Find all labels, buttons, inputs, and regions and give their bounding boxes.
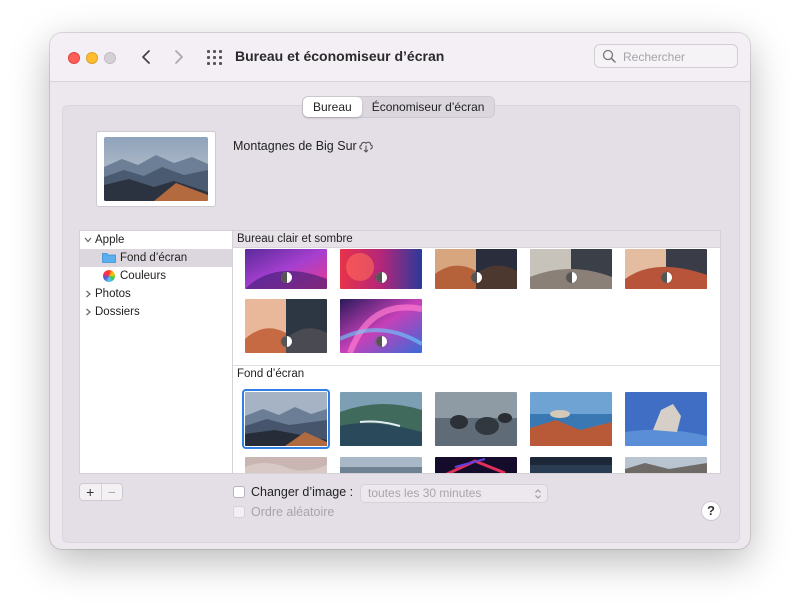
wallpaper-thumbnail[interactable] xyxy=(625,457,707,473)
window-title: Bureau et économiseur d’écran xyxy=(235,48,445,64)
wallpaper-thumbnail[interactable] xyxy=(340,457,422,473)
close-button[interactable] xyxy=(68,52,80,64)
chevron-down-icon[interactable] xyxy=(84,236,92,244)
chevron-right-icon[interactable] xyxy=(84,290,92,298)
interval-select[interactable]: toutes les 30 minutes xyxy=(360,484,548,503)
wallpaper-thumbnail[interactable] xyxy=(530,249,612,289)
tab-desktop[interactable]: Bureau xyxy=(303,97,362,117)
wallpaper-thumbnail[interactable] xyxy=(625,249,707,289)
sidebar-item-apple[interactable]: Apple xyxy=(80,231,233,249)
wallpaper-thumbnail[interactable] xyxy=(435,249,517,289)
dynamic-wallpaper-icon xyxy=(376,336,387,347)
remove-folder-button[interactable]: − xyxy=(100,484,123,500)
wallpaper-thumbnail[interactable] xyxy=(435,392,517,446)
chevron-right-icon xyxy=(175,50,183,64)
preview-image xyxy=(104,137,208,201)
interval-value: toutes les 30 minutes xyxy=(368,486,482,500)
search-field[interactable] xyxy=(594,44,738,68)
sidebar-item-folders[interactable]: Dossiers xyxy=(80,303,233,321)
sidebar-item-wallpaper[interactable]: Fond d’écran xyxy=(80,249,233,267)
tab-switcher: Bureau Économiseur d’écran xyxy=(302,96,496,118)
dynamic-wallpaper-icon xyxy=(566,272,577,283)
minimize-button[interactable] xyxy=(86,52,98,64)
wallpaper-thumbnail[interactable] xyxy=(340,299,422,353)
wallpaper-grid: Bureau clair et sombre Fond d’écran xyxy=(232,230,721,474)
title-bar: Bureau et économiseur d’écran xyxy=(50,33,750,82)
sidebar-item-label: Fond d’écran xyxy=(120,252,188,264)
folder-icon xyxy=(102,253,116,263)
add-folder-button[interactable]: + xyxy=(80,484,101,500)
forward-button[interactable] xyxy=(168,45,190,69)
wallpaper-thumbnail[interactable] xyxy=(340,249,422,289)
sidebar-item-label: Apple xyxy=(95,234,125,246)
wallpaper-thumbnail[interactable] xyxy=(530,392,612,446)
wallpaper-thumbnail[interactable] xyxy=(245,457,327,473)
wallpaper-thumbnail[interactable] xyxy=(340,392,422,446)
chevron-left-icon xyxy=(142,50,150,64)
sidebar-item-label: Couleurs xyxy=(120,270,167,282)
back-button[interactable] xyxy=(136,45,158,69)
wallpaper-thumbnail[interactable] xyxy=(625,392,707,446)
tab-screensaver[interactable]: Économiseur d’écran xyxy=(362,97,495,117)
search-icon xyxy=(602,49,616,63)
sidebar-item-photos[interactable]: Photos xyxy=(80,285,233,303)
dynamic-wallpaper-icon xyxy=(661,272,672,283)
updown-chevron-icon xyxy=(535,489,541,499)
preferences-window: Bureau et économiseur d’écran Bureau Éco… xyxy=(50,33,750,549)
sidebar-item-label: Photos xyxy=(95,288,131,300)
color-wheel-icon xyxy=(103,270,115,282)
show-all-button[interactable] xyxy=(207,50,223,66)
dynamic-wallpaper-icon xyxy=(281,272,292,283)
change-picture-checkbox[interactable] xyxy=(233,486,245,498)
section-header-static: Fond d’écran xyxy=(233,365,720,382)
wallpaper-thumbnail-selected[interactable] xyxy=(242,389,330,449)
sidebar-item-label: Dossiers xyxy=(95,306,140,318)
change-picture-label: Changer d’image : xyxy=(251,485,354,499)
cloud-download-icon[interactable] xyxy=(358,139,374,153)
wallpaper-thumbnail[interactable] xyxy=(530,457,612,473)
wallpaper-thumbnail[interactable] xyxy=(245,299,327,353)
wallpaper-thumbnail[interactable] xyxy=(245,249,327,289)
dynamic-wallpaper-icon xyxy=(471,272,482,283)
add-remove-control: + − xyxy=(79,483,123,501)
wallpaper-name: Montagnes de Big Sur xyxy=(233,139,357,153)
help-button[interactable]: ? xyxy=(701,501,721,521)
zoom-button[interactable] xyxy=(104,52,116,64)
search-input[interactable] xyxy=(621,48,735,66)
section-header-dynamic: Bureau clair et sombre xyxy=(233,231,720,248)
sidebar-item-colors[interactable]: Couleurs xyxy=(80,267,233,285)
random-order-checkbox[interactable] xyxy=(233,506,245,518)
wallpaper-thumbnail[interactable] xyxy=(435,457,517,473)
wallpaper-preview xyxy=(96,131,216,207)
dynamic-wallpaper-icon xyxy=(281,336,292,347)
source-list: Apple Fond d’écran Couleurs Photos Dossi… xyxy=(79,230,233,474)
chevron-right-icon[interactable] xyxy=(84,308,92,316)
dynamic-wallpaper-icon xyxy=(376,272,387,283)
random-order-label: Ordre aléatoire xyxy=(251,505,335,519)
